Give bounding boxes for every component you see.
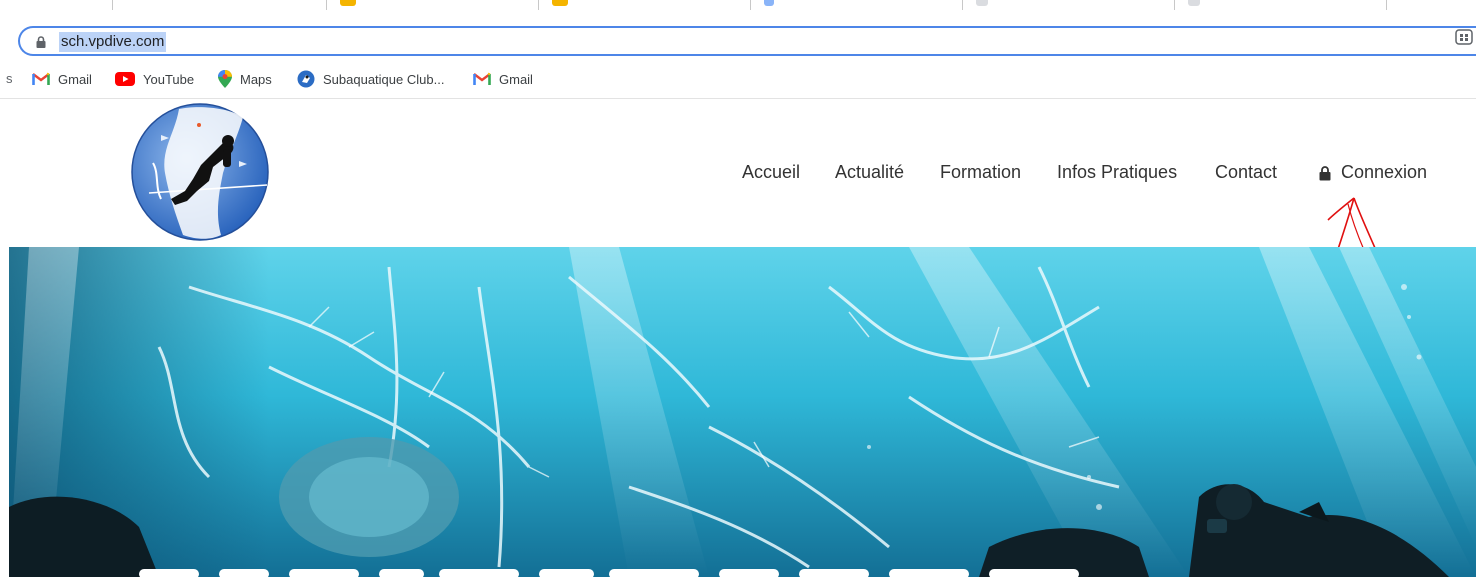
bookmark-subaquatique-club[interactable]: Subaquatique Club... <box>297 70 444 88</box>
bookmark-gmail[interactable]: Gmail <box>32 70 92 88</box>
nav-contact[interactable]: Contact <box>1215 162 1277 183</box>
tab-separator <box>326 0 327 10</box>
tab-separator <box>538 0 539 10</box>
bookmark-label: Gmail <box>499 71 533 87</box>
extension-icon[interactable] <box>1455 28 1473 46</box>
gmail-icon <box>32 72 50 85</box>
club-logo[interactable] <box>131 103 269 241</box>
bookmark-gmail[interactable]: Gmail <box>473 70 533 88</box>
tab-separator <box>1174 0 1175 10</box>
bookmark-label: Maps <box>240 71 272 87</box>
bookmark-label: YouTube <box>143 71 195 87</box>
tab-favicon[interactable] <box>1188 0 1200 6</box>
nav-actualite[interactable]: Actualité <box>835 162 904 183</box>
tab-favicon[interactable] <box>340 0 356 6</box>
tab-separator <box>112 0 113 10</box>
address-bar[interactable]: sch.vpdive.com <box>18 26 1476 56</box>
bookmarks-bar: s Gmail YouTube Maps Subaquatique Club..… <box>0 64 1476 94</box>
nav-formation[interactable]: Formation <box>940 162 1021 183</box>
hero-underwater-image <box>9 247 1476 577</box>
bookmark-label: Gmail <box>58 71 92 87</box>
bookmark-label: Subaquatique Club... <box>323 71 445 87</box>
browser-tab-strip <box>0 0 1476 20</box>
tab-favicon[interactable] <box>976 0 988 6</box>
toolbar-divider <box>0 98 1476 99</box>
tab-favicon[interactable] <box>552 0 568 6</box>
gmail-icon <box>473 72 491 85</box>
maps-icon <box>218 70 232 88</box>
club-icon <box>297 70 315 88</box>
nav-accueil[interactable]: Accueil <box>742 162 800 183</box>
bookmark-maps[interactable]: Maps <box>218 70 272 88</box>
lock-icon[interactable] <box>34 35 48 49</box>
bookmarks-overflow[interactable]: s <box>6 71 13 86</box>
lock-icon[interactable] <box>1318 165 1332 181</box>
bookmark-youtube[interactable]: YouTube <box>115 70 194 88</box>
tab-favicon[interactable] <box>764 0 774 6</box>
url-text[interactable]: sch.vpdive.com <box>59 32 167 52</box>
tab-separator <box>750 0 751 10</box>
nav-connexion[interactable]: Connexion <box>1341 162 1427 183</box>
youtube-icon <box>115 72 135 86</box>
tab-separator <box>962 0 963 10</box>
nav-infos-pratiques[interactable]: Infos Pratiques <box>1057 162 1177 183</box>
tab-separator <box>1386 0 1387 10</box>
